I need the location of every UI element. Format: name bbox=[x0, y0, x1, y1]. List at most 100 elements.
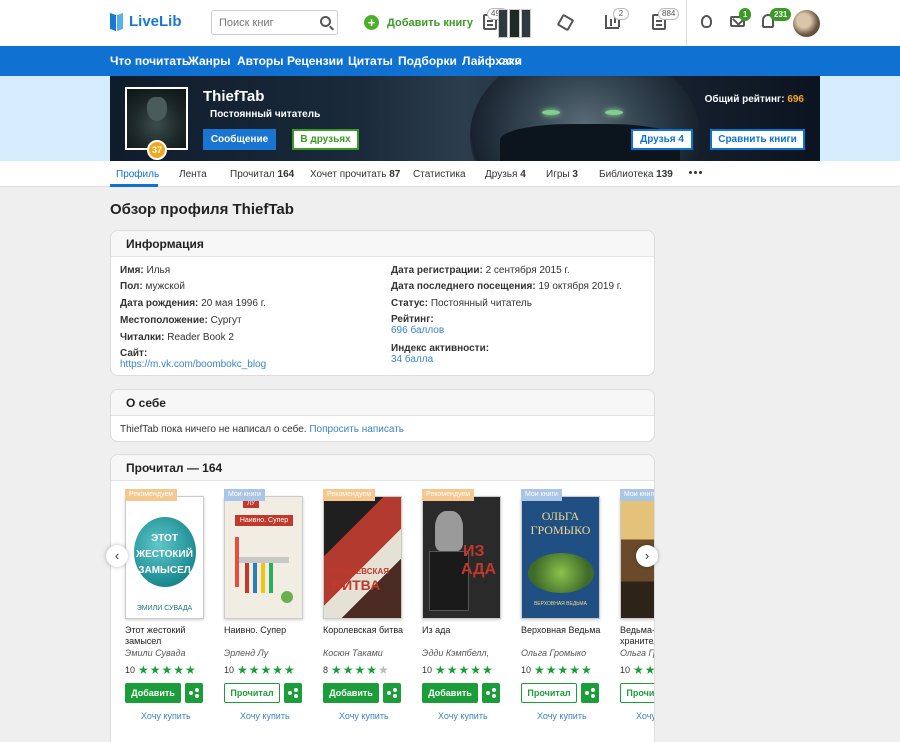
share-button[interactable] bbox=[581, 683, 599, 703]
book-cover[interactable]: ЭТОТ ЖЕСТОКИЙ ЗАМЫСЕЛ ЭМИЛИ СУВАДА bbox=[125, 496, 204, 619]
share-button[interactable] bbox=[185, 683, 203, 703]
book-action-button[interactable]: Добавить bbox=[422, 683, 478, 703]
book-score: 10 bbox=[521, 665, 532, 675]
book-cover[interactable]: ИЗ АДА bbox=[422, 496, 501, 619]
message-button[interactable]: Сообщение bbox=[203, 129, 276, 150]
book-title[interactable]: Наивно. Супер bbox=[224, 625, 314, 636]
book-cover[interactable]: ЛУ Наивно. Супер bbox=[224, 496, 303, 619]
logo-text: LiveLib bbox=[129, 13, 182, 30]
book-author[interactable]: Эрленд Лу bbox=[224, 648, 314, 658]
nav-item-quotes[interactable]: Цитаты bbox=[348, 54, 393, 68]
share-button[interactable] bbox=[482, 683, 500, 703]
share-button[interactable] bbox=[284, 683, 302, 703]
book-rating: 10★★★★★ bbox=[224, 664, 296, 676]
nav-item-collections[interactable]: Подборки bbox=[398, 54, 457, 68]
want-to-buy-link[interactable]: Хочу купить bbox=[141, 711, 191, 721]
banner-eye bbox=[605, 110, 623, 115]
rating-stars-icon[interactable]: ★★★★★ bbox=[237, 664, 296, 676]
book-ribbon: Мои книги bbox=[224, 489, 265, 501]
want-to-buy-link[interactable]: Хочу купить bbox=[438, 711, 488, 721]
info-value: Илья bbox=[146, 265, 171, 276]
book-action-button[interactable]: Прочитал bbox=[224, 683, 280, 703]
compare-books-button[interactable]: Сравнить книги bbox=[710, 129, 805, 150]
book-cover[interactable]: ОЛЬГА ГРОМЫКО ВЕРХОВНАЯ ВЕДЬМА bbox=[521, 496, 600, 619]
rating-stars-icon[interactable]: ★★★★★ bbox=[138, 664, 197, 676]
add-book-button[interactable]: + Добавить книгу bbox=[364, 15, 473, 30]
profile-username: ThiefTab bbox=[203, 88, 265, 105]
nav-item-reviews[interactable]: Рецензии bbox=[287, 54, 343, 68]
tab-read[interactable]: Прочитал 164 bbox=[230, 169, 294, 180]
want-to-buy-link[interactable]: Хочу купить bbox=[339, 711, 389, 721]
cover-text: ЭТОТ bbox=[151, 533, 178, 544]
book-title[interactable]: Верховная Ведьма bbox=[521, 625, 611, 636]
site-link[interactable]: https://m.vk.com/boombokc_blog bbox=[120, 359, 266, 370]
tab-profile[interactable]: Профиль bbox=[116, 169, 159, 180]
share-button[interactable] bbox=[383, 683, 401, 703]
nav-item-genres[interactable]: Жанры bbox=[188, 54, 231, 68]
book-author[interactable]: Косюн Таками bbox=[323, 648, 413, 658]
tab-friends[interactable]: Друзья 4 bbox=[485, 169, 526, 180]
book-ribbon: Рекомендуем bbox=[422, 489, 475, 501]
book-score: 8 bbox=[323, 665, 329, 675]
book-author[interactable]: Эмили Сувада bbox=[125, 648, 215, 658]
tab-library[interactable]: Библиотека 139 bbox=[599, 169, 673, 180]
book-author[interactable]: Ольга Громыко bbox=[521, 648, 611, 658]
rating-stars-icon[interactable]: ★★★★★ bbox=[331, 664, 390, 676]
book-action-button[interactable]: Добавить bbox=[125, 683, 181, 703]
info-label: Индекс активности: bbox=[391, 343, 490, 354]
info-status: Статус: Постоянный читатель bbox=[391, 298, 532, 309]
book-author[interactable]: Эдди Кэмпбелл, bbox=[422, 648, 512, 658]
book-title[interactable]: Из ада bbox=[422, 625, 512, 636]
user-avatar[interactable] bbox=[793, 10, 820, 37]
info-name: Имя: Илья bbox=[120, 265, 170, 276]
search-input[interactable] bbox=[212, 11, 312, 34]
book-action-button[interactable]: Прочитал bbox=[521, 683, 577, 703]
ask-to-write-link[interactable]: Попросить написать bbox=[309, 424, 404, 435]
book-action-button[interactable]: Прочитал bbox=[620, 683, 654, 703]
info-value: Постоянный читатель bbox=[430, 298, 532, 309]
plus-icon: + bbox=[364, 15, 379, 30]
in-friends-button[interactable]: В друзьях bbox=[292, 129, 359, 150]
current-reading-covers[interactable] bbox=[498, 9, 531, 38]
info-value: 19 октября 2019 г. bbox=[538, 281, 622, 292]
cover-text: ЗАМЫСЕЛ bbox=[138, 565, 191, 576]
tab-statistics[interactable]: Статистика bbox=[413, 169, 466, 180]
book-title[interactable]: Этот жестокий замысел bbox=[125, 625, 215, 647]
carousel-next-icon[interactable]: › bbox=[636, 545, 658, 567]
info-gender: Пол: мужской bbox=[120, 281, 185, 292]
search-box[interactable] bbox=[211, 10, 338, 35]
book-title[interactable]: Королевская битва bbox=[323, 625, 413, 636]
want-to-buy-link[interactable]: Хочу купить bbox=[537, 711, 587, 721]
nav-item-authors[interactable]: Авторы bbox=[237, 54, 284, 68]
want-to-buy-link[interactable]: Хочу купить bbox=[636, 711, 654, 721]
book-author[interactable]: Ольга Громыко bbox=[620, 648, 654, 658]
page-title: Обзор профиля ThiefTab bbox=[110, 201, 294, 218]
rating-stars-icon[interactable]: ★★★★★ bbox=[435, 664, 494, 676]
tabs-more-icon[interactable] bbox=[689, 171, 702, 174]
book-action-button[interactable]: Добавить bbox=[323, 683, 379, 703]
tab-want-to-read[interactable]: Хочет прочитать 87 bbox=[310, 169, 400, 180]
lightbulb-icon[interactable] bbox=[701, 15, 712, 28]
rating-stars-icon[interactable]: ★★★★★ bbox=[534, 664, 593, 676]
tab-label: Прочитал bbox=[230, 169, 275, 180]
book-title[interactable]: Ведьма-хранительница bbox=[620, 625, 654, 647]
friends-button[interactable]: Друзья 4 bbox=[631, 129, 693, 150]
info-readers: Читалки: Reader Book 2 bbox=[120, 332, 234, 343]
stats-count-badge: 2 bbox=[613, 8, 629, 20]
book-score: 10 bbox=[422, 665, 433, 675]
book-cover[interactable]: КОРОЛЕВСКАЯ БИТВА bbox=[323, 496, 402, 619]
want-to-buy-link[interactable]: Хочу купить bbox=[240, 711, 290, 721]
livelib-logo[interactable]: LiveLib bbox=[110, 13, 182, 30]
cover-text: ЖЕСТОКИЙ bbox=[136, 549, 193, 560]
nav-item-what-to-read[interactable]: Что почитать bbox=[110, 54, 189, 68]
tab-label: Игры bbox=[546, 169, 570, 180]
carousel-prev-icon[interactable]: ‹ bbox=[106, 545, 128, 567]
rating-stars-icon[interactable]: ★★★★★ bbox=[633, 664, 654, 676]
tab-games[interactable]: Игры 3 bbox=[546, 169, 578, 180]
tab-feed[interactable]: Лента bbox=[179, 169, 207, 180]
search-icon[interactable] bbox=[320, 16, 331, 27]
activity-link[interactable]: 34 балла bbox=[391, 354, 489, 365]
more-nav-icon[interactable] bbox=[499, 58, 521, 64]
rating-link[interactable]: 696 баллов bbox=[391, 325, 444, 336]
cube-icon[interactable] bbox=[556, 13, 575, 32]
